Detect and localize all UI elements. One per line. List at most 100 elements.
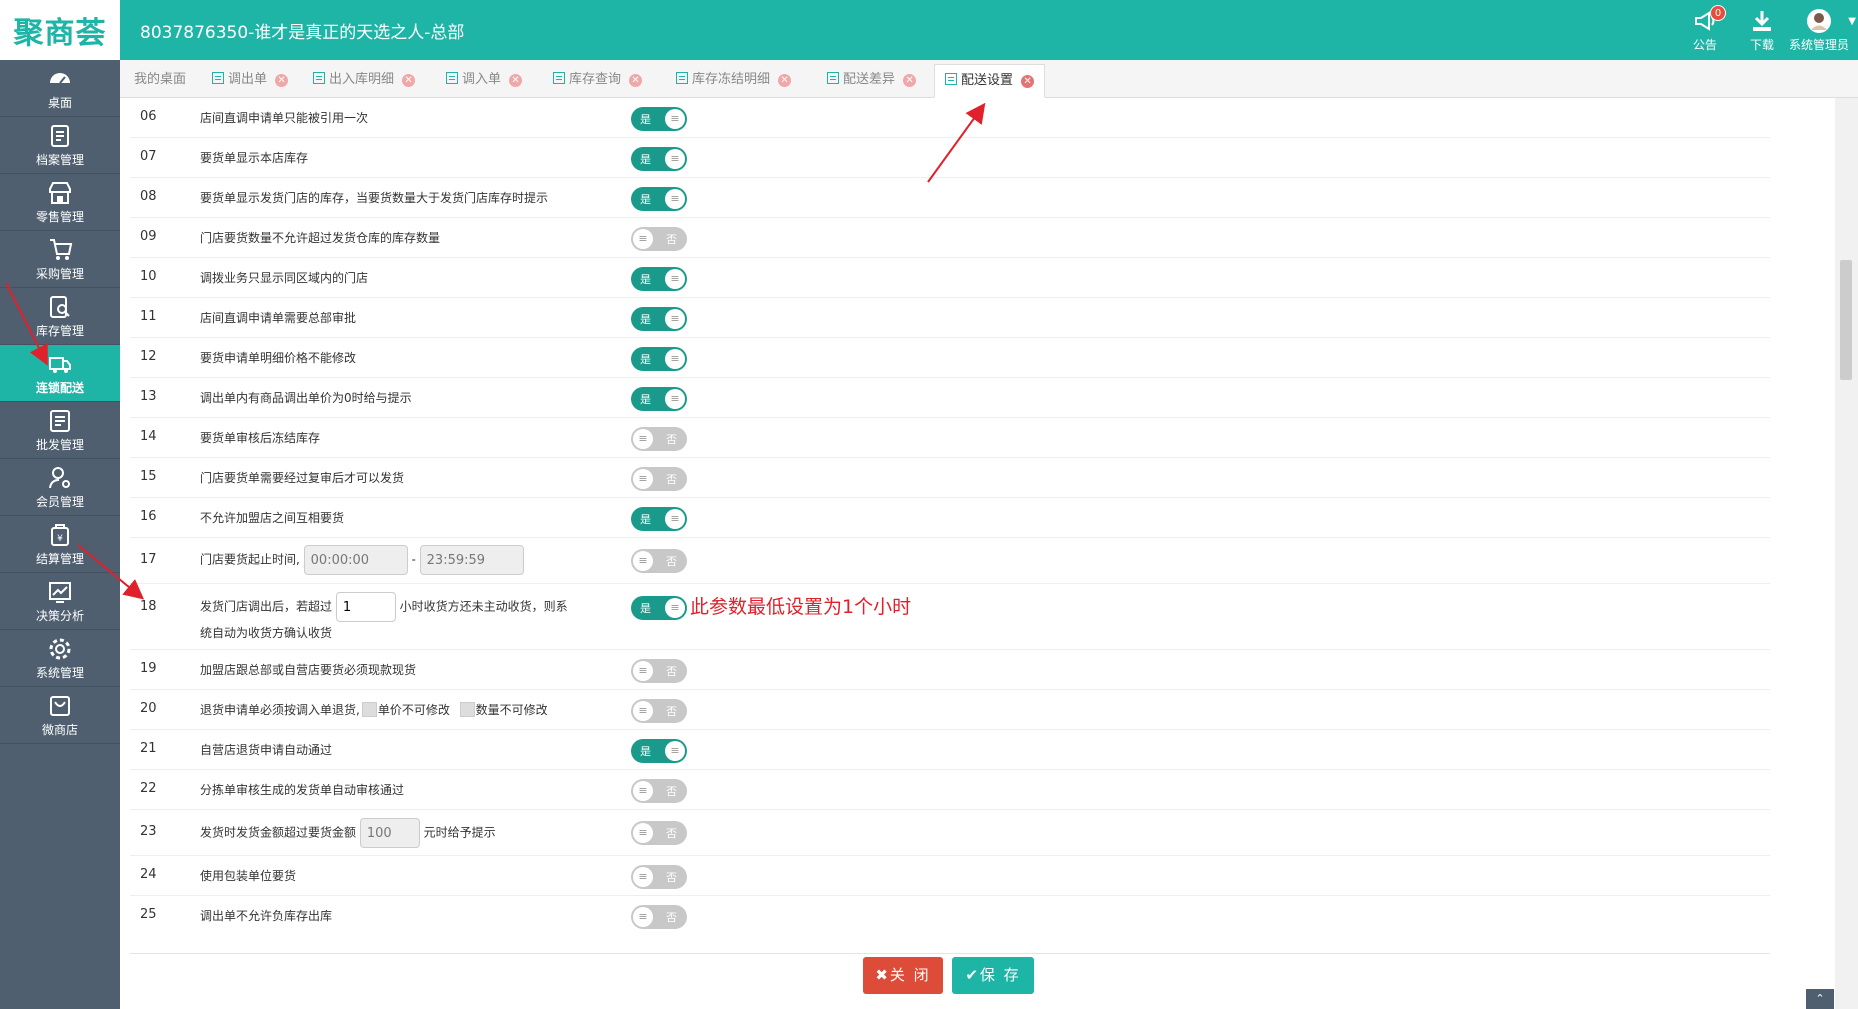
dashboard-icon — [50, 73, 70, 84]
close-icon[interactable]: ✕ — [402, 74, 416, 87]
setting-toggle[interactable]: 是 ≡ — [631, 187, 687, 211]
setting-row: 18 发货门店调出后，若超过 小时收货方还未主动收货，则系 统自动为收货方确认收… — [130, 584, 1770, 650]
sidebar-item-chain-delivery[interactable]: 连锁配送 — [0, 345, 120, 402]
setting-row: 07 要货单显示本店库存 是 ≡ — [130, 138, 1770, 178]
sidebar-item-member[interactable]: 会员管理 — [0, 459, 120, 516]
top-header: 聚商荟 8037876350-谁才是真正的天选之人-总部 0 公告 下载 系统管… — [0, 0, 1858, 60]
document-icon — [446, 72, 458, 84]
archive-icon — [51, 125, 69, 147]
close-icon[interactable]: ✕ — [903, 74, 917, 87]
sidebar-item-archive[interactable]: 档案管理 — [0, 117, 120, 174]
setting-toggle[interactable]: ≡ 否 — [631, 227, 687, 251]
shop-bag-icon — [50, 696, 70, 716]
sidebar-item-system[interactable]: 系统管理 — [0, 630, 120, 687]
setting-toggle[interactable]: 是 ≡ — [631, 387, 687, 411]
setting-row: 20 退货申请单必须按调入单退货, 单价不可修改 数量不可修改 ≡ 否 — [130, 690, 1770, 730]
sidebar-item-analysis[interactable]: 决策分析 — [0, 573, 120, 630]
setting-row: 14 要货单审核后冻结库存 ≡ 否 — [130, 418, 1770, 458]
wholesale-icon — [50, 410, 70, 432]
svg-text:¥: ¥ — [57, 534, 63, 544]
setting-toggle[interactable]: ≡ 否 — [631, 905, 687, 929]
tab-bar: 我的桌面 调出单 ✕ 出入库明细 ✕ 调入单 ✕ 库存查询 ✕ 库存冻结明细 ✕ 配送差异… — [120, 60, 1858, 98]
price-lock-checkbox[interactable] — [361, 702, 377, 717]
setting-row: 22 分拣单审核生成的发货单自动审核通过 ≡ 否 — [130, 770, 1770, 810]
setting-toggle[interactable]: 是 ≡ — [631, 507, 687, 531]
sidebar-item-wholesale[interactable]: 批发管理 — [0, 402, 120, 459]
setting-row: 25 调出单不允许负库存出库 ≡ 否 — [130, 896, 1770, 936]
tab-transfer-in[interactable]: 调入单 ✕ — [436, 64, 532, 98]
notice-label: 公告 — [1692, 38, 1717, 52]
scroll-thumb[interactable] — [1840, 260, 1852, 380]
setting-toggle[interactable]: ≡ 否 — [631, 821, 687, 845]
order-start-time-input[interactable] — [303, 545, 408, 575]
setting-toggle[interactable]: 是 ≡ — [631, 147, 687, 171]
setting-row: 09 门店要货数量不允许超过发货仓库的库存数量 ≡ 否 — [130, 218, 1770, 258]
gear-icon — [49, 638, 71, 660]
setting-row: 24 使用包装单位要货 ≡ 否 — [130, 856, 1770, 896]
double-chevron-up-icon: ⌃ — [1815, 992, 1825, 1005]
close-icon[interactable]: ✕ — [629, 74, 643, 87]
setting-row: 15 门店要货单需要经过复审后才可以发货 ≡ 否 — [130, 458, 1770, 498]
member-icon — [49, 467, 70, 489]
document-icon — [827, 72, 839, 84]
setting-toggle[interactable]: ≡ 否 — [631, 467, 687, 491]
sidebar: 桌面 档案管理 零售管理 采购管理 库存管理 连锁配送 批发管理 会员管理 ¥ … — [0, 60, 120, 1009]
document-icon — [676, 72, 688, 84]
notice-button[interactable]: 0 公告 — [1684, 5, 1726, 53]
user-menu[interactable]: 系统管理员 ▼ — [1786, 8, 1856, 53]
close-icon[interactable]: ✕ — [778, 74, 792, 87]
annotation-note: 此参数最低设置为1个小时 — [690, 596, 912, 618]
notice-badge: 0 — [1710, 5, 1726, 21]
amount-threshold-input[interactable] — [359, 818, 420, 848]
sidebar-item-retail[interactable]: 零售管理 — [0, 174, 120, 231]
setting-toggle[interactable]: 是 ≡ — [631, 107, 687, 131]
sidebar-item-purchase[interactable]: 采购管理 — [0, 231, 120, 288]
setting-toggle[interactable]: ≡ 否 — [631, 549, 687, 573]
setting-toggle[interactable]: ≡ 否 — [631, 659, 687, 683]
tab-in-out-detail[interactable]: 出入库明细 ✕ — [303, 64, 425, 98]
close-icon[interactable]: ✕ — [275, 74, 289, 87]
close-button[interactable]: ✖关 闭 — [863, 957, 943, 994]
tab-stock-query[interactable]: 库存查询 ✕ — [543, 64, 652, 98]
close-icon[interactable]: ✕ — [1021, 75, 1035, 88]
chart-icon — [49, 582, 71, 603]
setting-toggle[interactable]: 是 ≡ — [631, 347, 687, 371]
tab-stock-frozen-detail[interactable]: 库存冻结明细 ✕ — [666, 64, 801, 98]
close-x-icon: ✖ — [875, 966, 890, 984]
setting-toggle[interactable]: ≡ 否 — [631, 699, 687, 723]
download-button[interactable]: 下载 — [1742, 8, 1782, 53]
tab-delivery-variance[interactable]: 配送差异 ✕ — [817, 64, 926, 98]
sidebar-item-micro-shop[interactable]: 微商店 — [0, 687, 120, 744]
page-title: 8037876350-谁才是真正的天选之人-总部 — [140, 23, 465, 43]
settlement-icon: ¥ — [51, 524, 69, 546]
close-icon[interactable]: ✕ — [509, 74, 523, 87]
setting-toggle[interactable]: 是 ≡ — [631, 267, 687, 291]
setting-row: 23 发货时发货金额超过要货金额 元时给予提示 ≡否 — [130, 810, 1770, 856]
setting-toggle[interactable]: 是 ≡ — [631, 307, 687, 331]
setting-row: 13 调出单内有商品调出单价为0时给与提示 是 ≡ — [130, 378, 1770, 418]
tab-transfer-out[interactable]: 调出单 ✕ — [202, 64, 298, 98]
inventory-icon — [50, 296, 70, 318]
avatar-icon — [1807, 9, 1831, 33]
download-label: 下载 — [1749, 38, 1774, 52]
auto-receive-hours-input[interactable] — [335, 592, 396, 622]
tab-my-desktop[interactable]: 我的桌面 — [124, 64, 196, 98]
setting-toggle[interactable]: ≡ 否 — [631, 779, 687, 803]
document-icon — [212, 72, 224, 84]
sidebar-item-inventory[interactable]: 库存管理 — [0, 288, 120, 345]
order-end-time-input[interactable] — [419, 545, 524, 575]
logo: 聚商荟 — [0, 0, 120, 60]
setting-toggle[interactable]: ≡ 否 — [631, 427, 687, 451]
back-to-top-button[interactable]: ⌃ — [1806, 989, 1834, 1009]
setting-row: 21 自营店退货申请自动通过 是 ≡ — [130, 730, 1770, 770]
quantity-lock-checkbox[interactable] — [459, 702, 475, 717]
save-button[interactable]: ✔保 存 — [952, 957, 1034, 994]
tab-delivery-settings[interactable]: 配送设置 ✕ — [934, 64, 1046, 98]
setting-toggle[interactable]: 是 ≡ — [631, 596, 687, 620]
cart-icon — [50, 239, 73, 260]
sidebar-item-settlement[interactable]: ¥ 结算管理 — [0, 516, 120, 573]
vertical-scrollbar[interactable] — [1835, 98, 1858, 1009]
setting-toggle[interactable]: ≡ 否 — [631, 865, 687, 889]
sidebar-item-desktop[interactable]: 桌面 — [0, 60, 120, 117]
setting-toggle[interactable]: 是 ≡ — [631, 739, 687, 763]
